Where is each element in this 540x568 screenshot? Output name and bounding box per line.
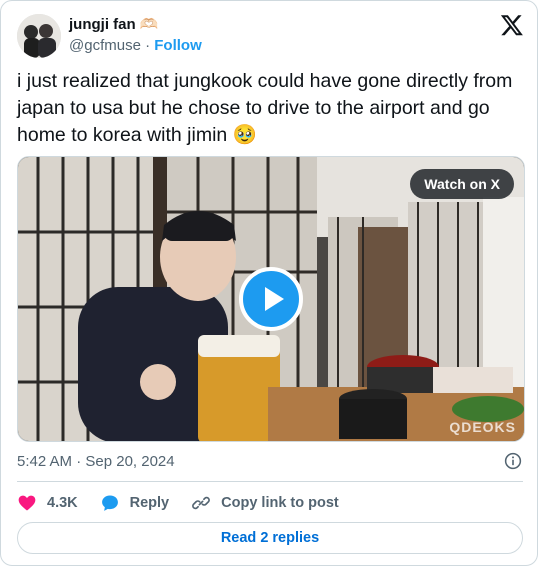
video-thumbnail[interactable]: Watch on X QDEOKS xyxy=(17,156,525,442)
video-watermark: QDEOKS xyxy=(449,419,516,435)
handle-row: @gcfmuse · Follow xyxy=(69,37,202,54)
play-icon xyxy=(265,287,284,311)
follow-button[interactable]: Follow xyxy=(154,37,202,54)
read-replies-button[interactable]: Read 2 replies xyxy=(17,522,523,554)
copy-link-button[interactable]: Copy link to post xyxy=(191,493,339,513)
author-handle[interactable]: @gcfmuse xyxy=(69,37,141,54)
play-button[interactable] xyxy=(239,267,303,331)
reply-button[interactable]: Reply xyxy=(100,493,170,513)
like-button[interactable]: 4.3K xyxy=(17,493,78,513)
heart-icon xyxy=(18,495,36,511)
watch-on-x-button[interactable]: Watch on X xyxy=(410,169,514,199)
link-icon xyxy=(192,496,211,510)
like-count: 4.3K xyxy=(47,495,78,511)
divider xyxy=(17,481,523,482)
info-icon[interactable] xyxy=(504,452,522,470)
avatar[interactable] xyxy=(17,14,61,58)
author-name[interactable]: jungji fan 🫶🏻 xyxy=(69,15,159,33)
reply-label: Reply xyxy=(129,495,170,511)
x-logo-icon[interactable] xyxy=(500,13,524,37)
tweet-text: i just realized that jungkook could have… xyxy=(17,70,513,146)
separator-dot: · xyxy=(145,37,151,54)
tweet-card: jungji fan 🫶🏻 @gcfmuse · Follow i just r… xyxy=(0,0,538,566)
post-timestamp[interactable]: 5:42 AM · Sep 20, 2024 xyxy=(17,453,175,470)
action-bar: 4.3K Reply Copy link to post xyxy=(17,491,361,515)
avatar-image xyxy=(17,14,61,58)
reply-bubble-icon xyxy=(101,495,118,511)
copy-link-label: Copy link to post xyxy=(221,495,339,511)
